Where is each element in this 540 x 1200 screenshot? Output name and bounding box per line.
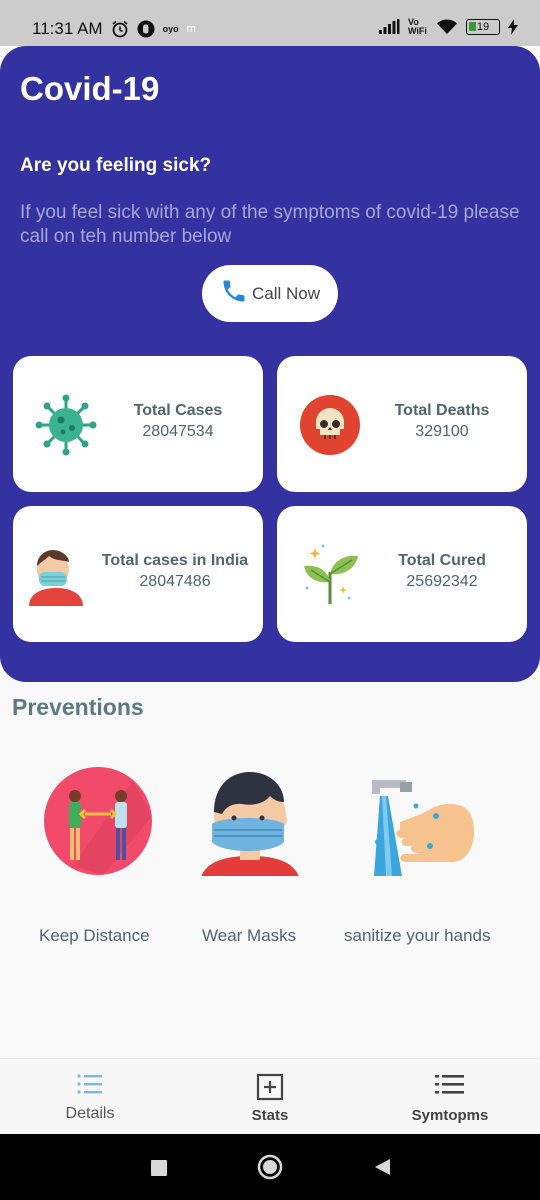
plus-square-icon: [180, 1073, 360, 1101]
nav-item-stats[interactable]: Stats: [180, 1059, 360, 1135]
menu-list-icon: [360, 1073, 540, 1101]
virus-icon: [33, 392, 99, 458]
status-bar: 11:31 AM oyo m Vo WiFi 19: [0, 0, 540, 46]
home-button[interactable]: [257, 1154, 283, 1185]
details-list-icon: [0, 1073, 180, 1101]
alarm-icon: [111, 20, 129, 38]
skull-icon: [297, 392, 363, 458]
sanitize-hands-label: sanitize your hands: [344, 926, 491, 945]
page-title: Covid-19: [20, 70, 160, 107]
stat-label: Total Cured: [398, 552, 486, 569]
status-time: 11:31 AM: [32, 19, 103, 38]
prevention-wear-masks: [198, 766, 302, 881]
phone-icon: [220, 277, 248, 310]
keep-distance-label: Keep Distance: [39, 926, 150, 945]
nav-item-symptoms[interactable]: Symtopms: [360, 1059, 540, 1135]
wear-mask-icon: [198, 766, 302, 881]
stat-card-total-cases[interactable]: Total Cases 28047534: [13, 356, 263, 492]
bottom-navigation: Details Stats Symtopms: [0, 1058, 540, 1134]
nav-label-stats: Stats: [251, 1107, 289, 1124]
stat-label: Total cases in India: [101, 552, 249, 569]
stat-label: Total Deaths: [394, 402, 490, 419]
sick-description: If you feel sick with any of the symptom…: [20, 202, 520, 247]
wifi-icon: [436, 19, 458, 35]
stat-value: 25692342: [406, 573, 478, 590]
wear-masks-label: Wear Masks: [202, 926, 297, 945]
vowifi-icon: Vo WiFi: [408, 17, 427, 36]
stat-label: Total Cases: [133, 402, 223, 419]
app-screen: Covid-19 Are you feeling sick? If you fe…: [0, 46, 540, 1134]
nav-label-details: Details: [65, 1105, 115, 1122]
hero-panel: Covid-19 Are you feeling sick? If you fe…: [0, 46, 540, 682]
recents-button[interactable]: [150, 1155, 168, 1184]
opera-icon: [137, 20, 155, 38]
masked-person-icon: [23, 542, 89, 608]
sick-question: Are you feeling sick?: [20, 155, 212, 176]
battery-icon: 19: [466, 19, 500, 35]
prevention-keep-distance: [43, 766, 153, 881]
call-now-button[interactable]: Call Now: [202, 265, 338, 322]
system-navigation-bar: [0, 1134, 540, 1200]
nav-label-symptoms: Symtopms: [411, 1107, 489, 1124]
stat-value: 329100: [415, 423, 469, 440]
prevention-sanitize-hands: [366, 766, 476, 881]
stat-value: 28047534: [142, 423, 214, 440]
m-icon: m: [186, 23, 196, 35]
call-now-label: Call Now: [251, 283, 321, 303]
hand-wash-icon: [366, 766, 476, 881]
stat-value: 28047486: [139, 573, 211, 590]
preventions-title: Preventions: [12, 694, 144, 720]
nav-item-details[interactable]: Details: [0, 1059, 180, 1135]
oyo-icon: oyo: [162, 24, 179, 34]
stat-card-total-deaths[interactable]: Total Deaths 329100: [277, 356, 527, 492]
sprout-icon: [297, 542, 363, 608]
stat-card-india-cases[interactable]: Total cases in India 28047486: [13, 506, 263, 642]
signal-icon: [378, 19, 400, 35]
charging-icon: [508, 19, 518, 35]
stat-card-total-cured[interactable]: Total Cured 25692342: [277, 506, 527, 642]
keep-distance-icon: [43, 766, 153, 881]
back-button[interactable]: [372, 1155, 392, 1184]
